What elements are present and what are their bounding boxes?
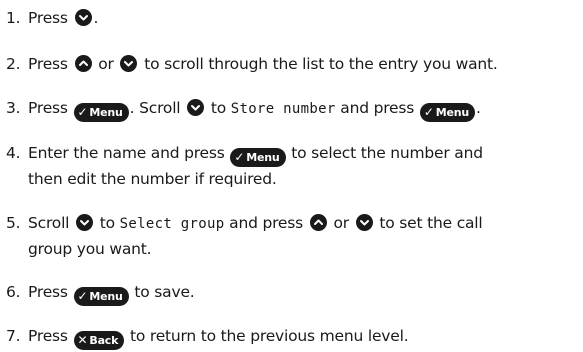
down-arrow-icon (187, 99, 205, 116)
step-7: 7. Press ✕ Back to return to the previous … (6, 324, 578, 350)
step-number: 2. (6, 55, 21, 73)
screen-text: Select group (119, 216, 225, 232)
menu-key-icon: ✓ Menu (73, 103, 129, 122)
down-arrow-icon (74, 9, 92, 26)
step-3: 3. Press ✓ Menu. Scroll to Store number an… (6, 96, 578, 122)
step-6: 6. Press ✓ Menu to save. (6, 280, 578, 306)
step-2: 2. Press or to scroll through the list to… (6, 52, 578, 77)
step-4: 4. Enter the name and press ✓ Menu to sele… (6, 141, 578, 192)
step-number: 3. (6, 99, 21, 117)
step-number: 1. (6, 9, 21, 27)
step-number: 6. (6, 283, 21, 301)
instruction-page: 1. Press . 2. Press or to scroll through t… (0, 0, 583, 352)
menu-key-icon: ✓ Menu (230, 148, 286, 167)
screen-text: Store number (230, 101, 336, 117)
down-arrow-icon (120, 55, 138, 72)
down-arrow-icon (76, 214, 94, 231)
up-arrow-icon (309, 214, 327, 231)
step-1: 1. Press . (6, 6, 578, 31)
down-arrow-icon (355, 214, 373, 231)
step-number: 7. (6, 327, 21, 345)
step-number: 4. (6, 144, 21, 162)
step-5: 5. Scroll to Select group and press or to… (6, 211, 578, 262)
menu-key-icon: ✓ Menu (419, 103, 476, 122)
step-number: 5. (6, 214, 21, 232)
up-arrow-icon (74, 55, 92, 72)
back-key-icon: ✕ Back (73, 331, 125, 350)
menu-key-icon: ✓ Menu (73, 287, 129, 306)
